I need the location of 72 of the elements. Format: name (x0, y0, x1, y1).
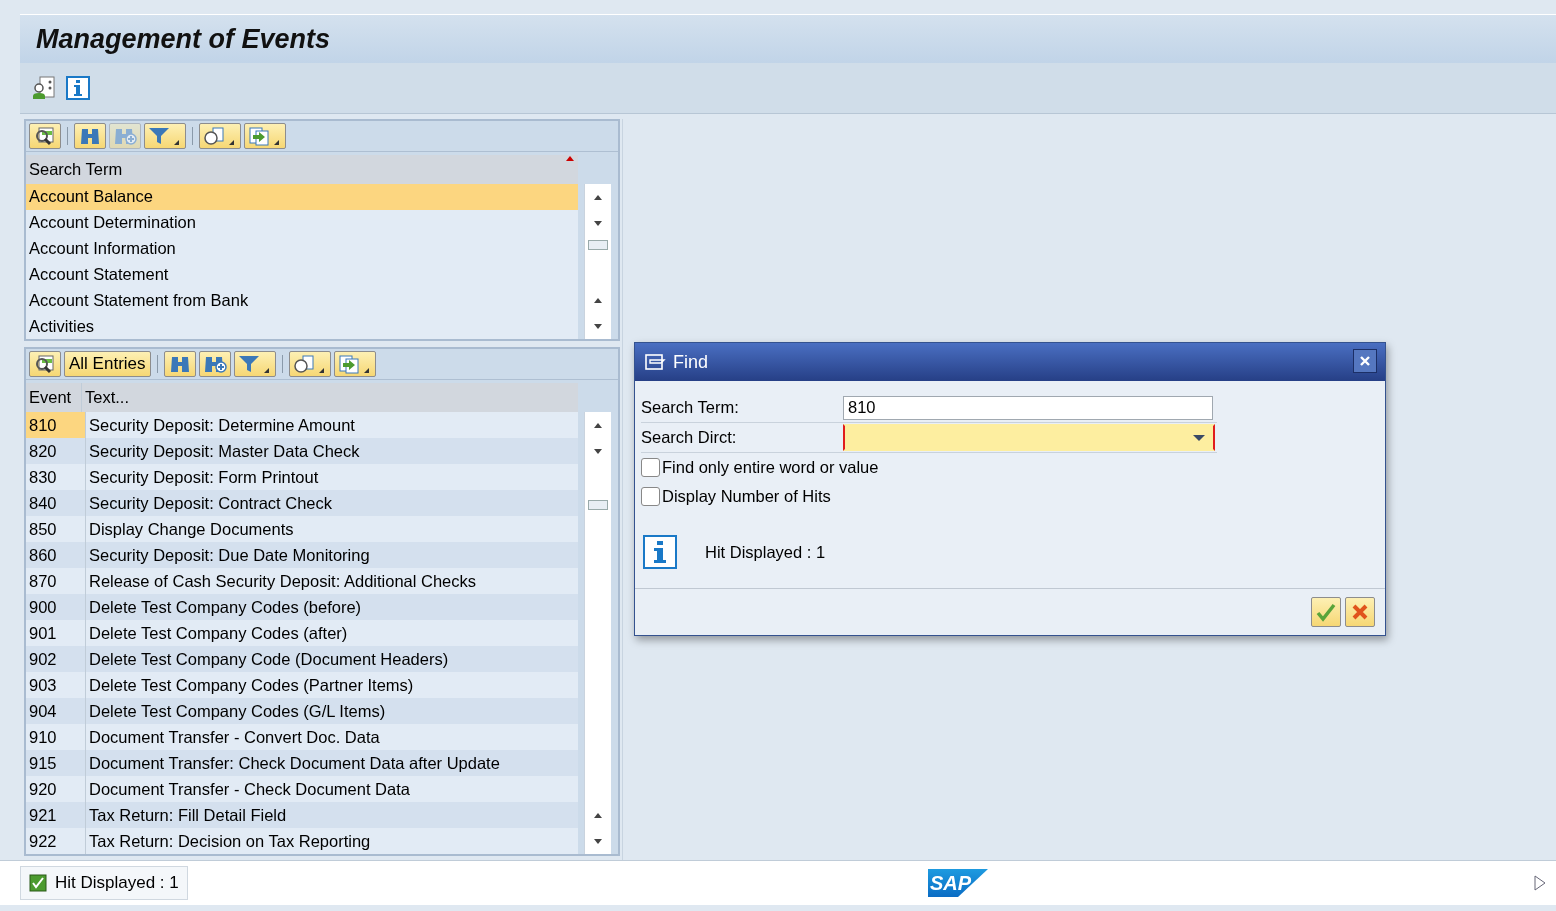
dialog-title: Find (673, 351, 708, 373)
text-cell-text: Document Transfer - Check Document Data (88, 778, 411, 800)
text-cell-text: Delete Test Company Codes (Partner Items) (88, 674, 415, 696)
scroll-thumb[interactable] (588, 500, 608, 510)
person-settings-icon[interactable] (32, 76, 56, 100)
scrollbar[interactable] (584, 412, 611, 854)
text-cell-text: Display Change Documents (88, 518, 295, 540)
text-cell-text: Security Deposit: Form Printout (88, 466, 320, 488)
info-icon (643, 535, 677, 569)
text-cell-text: Security Deposit: Contract Check (88, 492, 333, 514)
text-cell-text: Delete Test Company Code (Document Headers) (88, 648, 450, 670)
filter-button[interactable] (144, 123, 186, 149)
list-item[interactable]: Activities (26, 313, 578, 339)
column-header[interactable]: Search Term (26, 155, 578, 184)
find-window-icon (645, 353, 667, 371)
expand-icon[interactable] (1534, 875, 1546, 891)
checkbox-label[interactable]: Find only entire word or value (662, 458, 879, 477)
close-icon[interactable] (1359, 355, 1371, 367)
scroll-thumb[interactable] (588, 240, 608, 250)
list-item[interactable]: Account Determination (26, 209, 578, 236)
column-header[interactable]: Text... (82, 383, 578, 412)
window-title: Management of Events (36, 23, 331, 55)
checkbox[interactable] (641, 487, 660, 506)
export-button[interactable] (333, 351, 376, 377)
layout-button[interactable] (199, 123, 241, 149)
text-cell-text: Tax Return: Decision on Tax Reporting (88, 830, 372, 852)
event-cell[interactable]: 922 (26, 828, 86, 854)
dropdown-caret-icon[interactable] (1193, 433, 1205, 442)
select-detail-button[interactable] (29, 123, 61, 149)
field-label: Search Dirct: (641, 428, 738, 447)
text-cell-text: Security Deposit: Determine Amount (88, 414, 356, 436)
scroll-up-icon[interactable] (594, 812, 602, 818)
scroll-down-icon[interactable] (594, 838, 602, 844)
checkbox-label[interactable]: Display Number of Hits (662, 487, 831, 506)
text-cell-text: Tax Return: Fill Detail Field (88, 804, 288, 826)
info-icon[interactable] (66, 76, 90, 100)
checkbox[interactable] (641, 458, 660, 477)
sap-logo: SAP (928, 869, 988, 897)
dialog-message: Hit Displayed : 1 (705, 542, 826, 562)
all-entries-button[interactable]: All Entries (64, 351, 151, 377)
text-cell-text: Security Deposit: Due Date Monitoring (88, 544, 371, 566)
list-item[interactable]: Account Information (26, 235, 578, 262)
scroll-up-icon[interactable] (594, 422, 602, 428)
list-item[interactable]: Account Balance (26, 183, 578, 210)
success-icon (29, 874, 47, 892)
find-next-button[interactable] (198, 351, 231, 377)
select-detail-button[interactable] (29, 351, 61, 377)
scroll-up-icon[interactable] (594, 194, 602, 200)
field-label: Search Term: (641, 398, 740, 417)
event-cell[interactable]: 810 (26, 412, 86, 438)
scroll-down-icon[interactable] (594, 448, 602, 454)
filter-button[interactable] (233, 351, 276, 377)
sort-ascending-icon (566, 156, 574, 161)
column-header[interactable]: Event (26, 383, 82, 412)
text-cell-text: Document Transfer - Convert Doc. Data (88, 726, 381, 748)
scroll-down-icon[interactable] (594, 220, 602, 226)
scroll-down-icon[interactable] (594, 323, 602, 329)
scrollbar[interactable] (584, 184, 611, 339)
text-cell-text: Security Deposit: Master Data Check (88, 440, 361, 462)
text-cell-text: Delete Test Company Codes (before) (88, 596, 363, 618)
status-text: Hit Displayed : 1 (55, 873, 179, 893)
text-cell-text: Delete Test Company Codes (G/L Items) (88, 700, 387, 722)
layout-button[interactable] (288, 351, 331, 377)
text-cell-text: Document Transfer: Check Document Data after Update (88, 752, 501, 774)
close-button[interactable] (1353, 349, 1377, 373)
text-cell-text: Delete Test Company Codes (after) (88, 622, 349, 644)
list-item[interactable]: Account Statement (26, 261, 578, 288)
export-button[interactable] (244, 123, 286, 149)
list-item[interactable]: Account Statement from Bank (26, 287, 578, 314)
search-term-field[interactable]: 810 (843, 395, 1213, 420)
text-cell-text: Release of Cash Security Deposit: Additional Checks (88, 570, 478, 592)
scroll-up-icon[interactable] (594, 297, 602, 303)
